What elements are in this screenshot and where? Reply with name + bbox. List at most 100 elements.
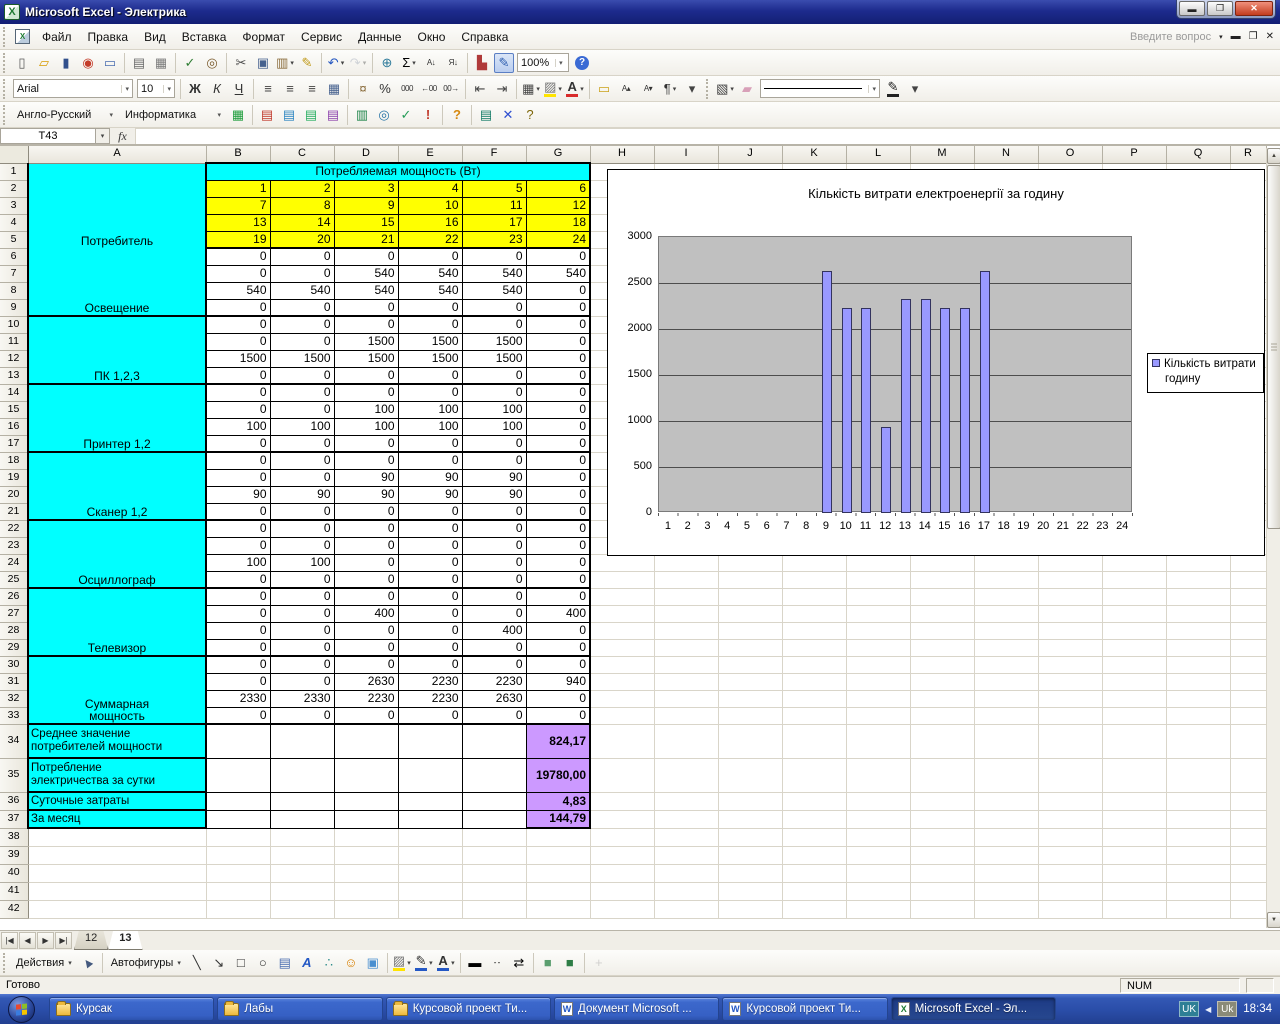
cell[interactable]: 0 <box>526 333 591 351</box>
cell[interactable] <box>1166 588 1231 606</box>
cell[interactable]: 540 <box>462 265 527 283</box>
cell[interactable] <box>782 571 847 589</box>
cell[interactable] <box>28 846 207 865</box>
cell[interactable] <box>1166 846 1231 865</box>
cell[interactable] <box>1230 810 1267 829</box>
bold-icon[interactable]: Ж <box>185 79 205 99</box>
autoshapes-button[interactable]: Автофигуры ▾ <box>106 955 186 971</box>
cell[interactable]: 0 <box>206 299 271 317</box>
mail-icon[interactable]: ▭ <box>100 53 120 73</box>
cell[interactable] <box>782 864 847 883</box>
cell[interactable] <box>910 724 975 759</box>
cell[interactable]: 100 <box>270 418 335 436</box>
minimize-button[interactable]: ▬ <box>1179 1 1205 16</box>
row-header[interactable]: 7 <box>0 265 29 283</box>
cell[interactable] <box>1166 900 1231 919</box>
cell[interactable] <box>910 656 975 674</box>
cell[interactable] <box>206 724 271 759</box>
help-icon[interactable]: ? <box>572 53 592 73</box>
percent-icon[interactable]: % <box>375 79 395 99</box>
row-header[interactable]: 17 <box>0 435 29 453</box>
row-header[interactable]: 32 <box>0 690 29 708</box>
name-box-dropdown-icon[interactable]: ▾ <box>96 128 110 144</box>
cell[interactable] <box>782 846 847 865</box>
cell[interactable] <box>910 846 975 865</box>
cell[interactable] <box>846 864 911 883</box>
cell[interactable]: 0 <box>398 316 463 334</box>
cell[interactable] <box>1038 571 1103 589</box>
hour-cell[interactable]: 19 <box>206 231 271 249</box>
cell[interactable] <box>1166 656 1231 674</box>
scroll-down-icon[interactable]: ▼ <box>1267 912 1280 928</box>
cell[interactable]: 540 <box>270 282 335 300</box>
column-header[interactable]: I <box>654 146 719 164</box>
cell[interactable] <box>270 900 335 919</box>
cell[interactable] <box>1038 900 1103 919</box>
cell[interactable] <box>974 673 1039 691</box>
cell[interactable] <box>526 846 591 865</box>
cell[interactable]: 0 <box>462 707 527 725</box>
cell[interactable]: 0 <box>398 639 463 657</box>
cell[interactable] <box>1038 690 1103 708</box>
cell[interactable] <box>782 882 847 901</box>
line-style-combo[interactable]: ▾ <box>760 79 880 98</box>
cell[interactable] <box>654 571 719 589</box>
line-color-pencil-icon[interactable]: ✎ <box>883 79 903 99</box>
toolbar-grip[interactable] <box>706 78 711 99</box>
row-header[interactable]: 20 <box>0 486 29 504</box>
row-header[interactable]: 4 <box>0 214 29 232</box>
vertical-scroll-thumb[interactable] <box>1267 165 1280 529</box>
column-header[interactable]: M <box>910 146 975 164</box>
cell[interactable] <box>1038 673 1103 691</box>
cell[interactable] <box>334 724 399 759</box>
row-header[interactable]: 18 <box>0 452 29 470</box>
cell[interactable] <box>910 571 975 589</box>
cell[interactable]: 0 <box>334 367 399 385</box>
cell[interactable]: 100 <box>334 418 399 436</box>
cell[interactable] <box>718 588 783 606</box>
start-button[interactable] <box>8 995 35 1023</box>
cell[interactable]: 0 <box>462 452 527 470</box>
cell[interactable]: 0 <box>526 469 591 487</box>
cell[interactable]: 0 <box>398 605 463 623</box>
cell[interactable] <box>910 605 975 623</box>
consumer-label-cell[interactable]: ПК 1,2,3 <box>27 316 207 385</box>
cell[interactable] <box>974 792 1039 811</box>
cell[interactable]: 0 <box>398 503 463 521</box>
row-header[interactable]: 26 <box>0 588 29 606</box>
cell[interactable] <box>270 828 335 847</box>
power-header-cell[interactable]: Потребляемая мощность (Вт) <box>206 162 591 181</box>
cell[interactable] <box>1102 605 1167 623</box>
summary-value-cell[interactable]: 824,17 <box>526 724 591 759</box>
cell[interactable]: 0 <box>526 690 591 708</box>
cell[interactable] <box>1102 554 1167 572</box>
cell[interactable]: 0 <box>398 571 463 589</box>
name-box[interactable]: T43 <box>0 128 96 144</box>
cell[interactable] <box>398 758 463 793</box>
cell[interactable]: 2630 <box>334 673 399 691</box>
cell[interactable]: 0 <box>206 367 271 385</box>
cell[interactable] <box>1166 882 1231 901</box>
cell[interactable]: 400 <box>526 605 591 623</box>
toolbar-grip[interactable] <box>3 78 8 99</box>
cell[interactable]: 0 <box>270 622 335 640</box>
cell[interactable]: 0 <box>206 656 271 674</box>
cell[interactable]: 0 <box>526 316 591 334</box>
cell[interactable]: 540 <box>398 282 463 300</box>
cell[interactable] <box>910 707 975 725</box>
cell[interactable]: 0 <box>334 707 399 725</box>
cell[interactable] <box>654 900 719 919</box>
fill-color-icon[interactable]: ▨ ▾ <box>543 79 563 99</box>
cell[interactable] <box>270 792 335 811</box>
hour-cell[interactable]: 9 <box>334 197 399 215</box>
hour-cell[interactable]: 21 <box>334 231 399 249</box>
cell[interactable]: 400 <box>462 622 527 640</box>
cell[interactable] <box>910 673 975 691</box>
translate-cell-purple-icon[interactable]: ▤ <box>323 105 343 125</box>
hour-cell[interactable]: 1 <box>206 180 271 198</box>
column-header[interactable]: Q <box>1166 146 1231 164</box>
cell[interactable]: 100 <box>334 401 399 419</box>
cell[interactable] <box>846 724 911 759</box>
cell[interactable]: 1500 <box>334 333 399 351</box>
cell[interactable] <box>782 810 847 829</box>
